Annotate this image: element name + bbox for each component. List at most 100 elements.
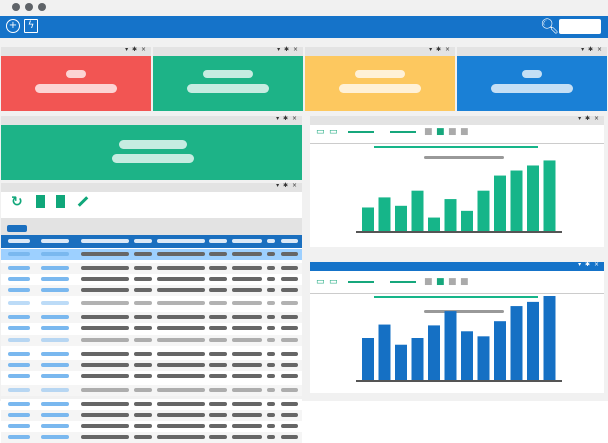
- table-cell: [157, 363, 205, 367]
- table-row[interactable]: [1, 335, 302, 346]
- table-cell: [209, 424, 227, 428]
- table-cell: [232, 315, 262, 319]
- chart-bar[interactable]: [477, 336, 490, 380]
- table-cell: [157, 301, 205, 305]
- chart-bar[interactable]: [543, 160, 556, 231]
- chart-bar[interactable]: [362, 207, 374, 231]
- panel-controls[interactable]: ▾ ✱ ×: [125, 46, 147, 53]
- chart-panel-blue: ▾ ✱ × ▭ ▭ ■ ■ ■ ■: [310, 261, 604, 393]
- panel-controls[interactable]: ▾ ✱ ×: [277, 46, 299, 53]
- table-cell: [281, 402, 298, 406]
- table-row[interactable]: [1, 371, 302, 382]
- table-cell: [81, 424, 129, 428]
- table-cell: [281, 277, 298, 281]
- table-cell: [8, 288, 30, 292]
- grid-group-bar: [1, 218, 302, 235]
- table-cell: [134, 252, 152, 256]
- chart-bar[interactable]: [494, 175, 506, 231]
- chart-bar[interactable]: [477, 190, 490, 231]
- table-cell: [281, 413, 298, 417]
- table-cell: [8, 315, 30, 319]
- refresh-icon[interactable]: ↻: [11, 194, 27, 210]
- excel-icon[interactable]: [56, 195, 66, 208]
- chart-bar[interactable]: [428, 325, 440, 380]
- chart-bar[interactable]: [378, 197, 391, 231]
- table-cell: [232, 266, 262, 270]
- table-row[interactable]: [1, 312, 302, 323]
- chart-bar[interactable]: [378, 324, 391, 380]
- panel-controls[interactable]: ▾ ✱ ×: [276, 115, 298, 122]
- table-cell: [134, 239, 152, 243]
- table-cell: [8, 435, 30, 439]
- chart-bar[interactable]: [444, 311, 457, 380]
- table-cell: [8, 374, 30, 378]
- table-row[interactable]: [1, 274, 302, 285]
- panel-controls[interactable]: ▾ ✱ ×: [581, 46, 603, 53]
- chart-bar[interactable]: [527, 165, 539, 231]
- chart-bar[interactable]: [428, 217, 440, 231]
- chart-bar[interactable]: [510, 170, 523, 231]
- table-cell: [281, 352, 298, 356]
- chart-bar[interactable]: [510, 306, 523, 380]
- table-row[interactable]: [1, 298, 302, 309]
- table-row[interactable]: [1, 410, 302, 421]
- table-row[interactable]: [1, 385, 302, 396]
- table-row[interactable]: [1, 249, 302, 260]
- chart-bar[interactable]: [527, 301, 539, 380]
- table-cell: [41, 374, 69, 378]
- chart-bar[interactable]: [461, 331, 473, 380]
- table-cell: [281, 338, 298, 342]
- window-dot[interactable]: [12, 3, 20, 11]
- table-row[interactable]: [1, 421, 302, 432]
- table-cell: [209, 288, 227, 292]
- table-cell: [209, 374, 227, 378]
- plus-circle-icon[interactable]: +: [6, 19, 20, 33]
- table-cell: [209, 435, 227, 439]
- window-dot[interactable]: [25, 3, 33, 11]
- table-cell: [41, 413, 69, 417]
- table-cell: [134, 413, 152, 417]
- table-cell: [267, 252, 275, 256]
- table-cell: [232, 435, 262, 439]
- chart-bar[interactable]: [444, 199, 457, 231]
- window-dot[interactable]: [38, 3, 46, 11]
- pencil-icon[interactable]: [78, 196, 89, 207]
- table-cell: [232, 363, 262, 367]
- search-icon[interactable]: 🔍︎: [540, 18, 559, 34]
- table-cell: [8, 363, 30, 367]
- stat-card-blue: ▾ ✱ ×: [457, 46, 607, 111]
- table-cell: [134, 352, 152, 356]
- table-cell: [8, 277, 30, 281]
- chart-bar[interactable]: [543, 296, 556, 380]
- pdf-icon[interactable]: [35, 195, 45, 208]
- table-cell: [232, 277, 262, 281]
- panel-controls[interactable]: ▾ ✱ ×: [429, 46, 451, 53]
- chart-bar[interactable]: [362, 338, 374, 380]
- chart-bar[interactable]: [395, 205, 407, 231]
- table-cell: [232, 239, 262, 243]
- chart-bar[interactable]: [411, 190, 424, 231]
- chart-bar[interactable]: [461, 210, 473, 231]
- table-row[interactable]: [1, 263, 302, 274]
- search-input[interactable]: [559, 19, 601, 34]
- table-row[interactable]: [1, 285, 302, 296]
- table-cell: [134, 277, 152, 281]
- table-cell: [209, 277, 227, 281]
- chart-bar[interactable]: [411, 338, 424, 380]
- table-cell: [267, 239, 275, 243]
- table-cell: [134, 315, 152, 319]
- table-row[interactable]: [1, 360, 302, 371]
- table-row[interactable]: [1, 323, 302, 334]
- table-row[interactable]: [1, 349, 302, 360]
- group-chip[interactable]: [7, 225, 27, 232]
- chart-bar[interactable]: [395, 344, 407, 380]
- table-cell: [232, 388, 262, 392]
- panel-controls[interactable]: ▾ ✱ ×: [276, 182, 298, 189]
- table-cell: [157, 315, 205, 319]
- table-cell: [232, 413, 262, 417]
- table-row[interactable]: [1, 432, 302, 443]
- lightning-icon[interactable]: ϟ: [24, 19, 38, 33]
- chart-title-placeholder: [424, 156, 504, 159]
- chart-bar[interactable]: [494, 321, 506, 380]
- table-cell: [134, 288, 152, 292]
